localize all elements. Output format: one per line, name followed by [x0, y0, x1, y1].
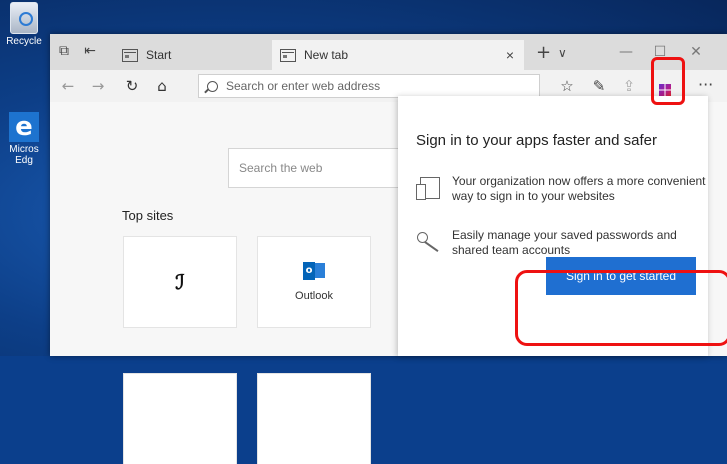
close-button[interactable]: ✕	[686, 42, 706, 62]
tab-list-chevron-icon[interactable]: ∨	[558, 43, 567, 63]
tab-new-tab[interactable]: New tab ×	[272, 40, 524, 70]
address-bar[interactable]	[198, 74, 540, 98]
web-search-input[interactable]	[237, 160, 401, 176]
app-logo-icon: ℐ	[175, 270, 185, 294]
share-icon[interactable]: ⇪	[618, 76, 640, 96]
desktop-icon-recycle-bin[interactable]: Recycle	[0, 2, 48, 47]
tabs-aside-icon[interactable]: ⇤	[82, 44, 98, 58]
top-site-tile[interactable]: ℐ	[124, 237, 236, 327]
popup-title: Sign in to your apps faster and safer	[416, 132, 657, 149]
set-aside-tabs-icon[interactable]: ⧉	[56, 44, 72, 58]
highlight-box-extension	[651, 57, 685, 105]
home-button[interactable]: ⌂	[152, 76, 172, 96]
top-site-tile-outlook[interactable]: o Outlook	[258, 237, 370, 327]
forward-button[interactable]: →	[88, 76, 108, 96]
highlight-box-sign-in	[515, 270, 727, 346]
edge-icon: e	[9, 112, 39, 142]
page-icon	[280, 48, 296, 62]
outlook-icon: o	[303, 262, 325, 280]
desktop-icon-label: Micros Edg	[9, 144, 39, 166]
desktop-icon-edge[interactable]: e Micros Edg	[0, 112, 48, 166]
new-tab-button[interactable]: +	[536, 40, 551, 66]
key-icon	[416, 228, 442, 254]
top-site-tile[interactable]	[258, 374, 370, 464]
feature-item: Your organization now offers a more conv…	[416, 174, 706, 204]
feature-text: Easily manage your saved passwords and s…	[452, 228, 677, 257]
recycle-bin-icon	[10, 2, 38, 34]
search-icon	[207, 80, 218, 92]
address-input[interactable]	[224, 78, 528, 94]
tab-bar: ⧉ ⇤ Start New tab × + ∨ — ☐ ✕	[50, 34, 727, 70]
favorites-star-icon[interactable]: ☆	[556, 76, 578, 96]
device-icon	[416, 174, 442, 200]
refresh-button[interactable]: ↻	[122, 76, 142, 96]
minimize-button[interactable]: —	[616, 42, 636, 62]
tab-start[interactable]: Start	[114, 40, 284, 70]
top-site-label: Outlook	[295, 290, 333, 302]
page-icon	[122, 48, 138, 62]
tab-close-icon[interactable]: ×	[506, 47, 514, 63]
top-sites-heading: Top sites	[122, 208, 174, 223]
feature-text: Your organization now offers a more conv…	[452, 174, 706, 203]
tab-label: New tab	[304, 48, 349, 62]
top-site-tile[interactable]	[124, 374, 236, 464]
desktop-icon-label: Recycle	[6, 36, 42, 47]
back-button[interactable]: ←	[58, 76, 78, 96]
more-menu-button[interactable]: ···	[698, 75, 713, 95]
web-search-box[interactable]	[228, 148, 410, 188]
feature-item: Easily manage your saved passwords and s…	[416, 228, 706, 258]
notes-pen-icon[interactable]: ✎	[588, 76, 610, 96]
tab-label: Start	[146, 48, 172, 62]
